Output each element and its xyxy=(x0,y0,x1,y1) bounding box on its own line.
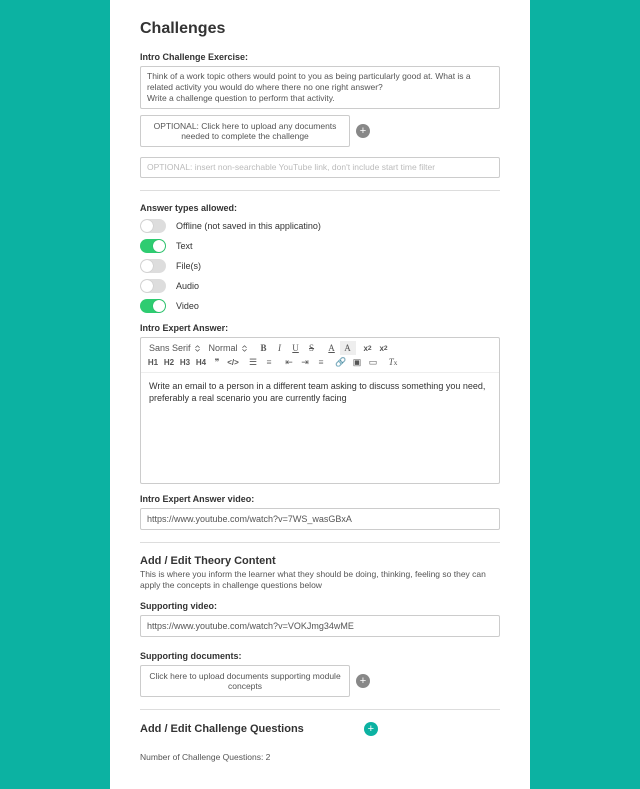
intro-exercise-textarea[interactable]: Think of a work topic others would point… xyxy=(140,66,500,109)
superscript-icon[interactable]: x2 xyxy=(360,341,376,355)
text-color-icon[interactable]: A xyxy=(324,341,340,355)
h2-icon[interactable]: H2 xyxy=(161,355,177,369)
strike-icon[interactable]: S xyxy=(304,341,320,355)
bold-icon[interactable]: B xyxy=(256,341,272,355)
style-select[interactable]: Normal xyxy=(205,342,252,354)
toggle-switch[interactable] xyxy=(140,299,166,313)
toggle-label: Video xyxy=(176,301,199,311)
expert-video-input[interactable]: https://www.youtube.com/watch?v=7WS_wasG… xyxy=(140,508,500,530)
chevron-updown-icon xyxy=(241,345,248,352)
intro-upload-button[interactable]: OPTIONAL: Click here to upload any docum… xyxy=(140,115,350,147)
intro-youtube-input[interactable]: OPTIONAL: insert non-searchable YouTube … xyxy=(140,157,500,178)
toggle-label: File(s) xyxy=(176,261,201,271)
rich-text-editor: Sans Serif Normal B I U S A A x2 x2 H1 H… xyxy=(140,337,500,484)
add-question-button[interactable]: + xyxy=(364,722,378,736)
theory-desc: This is where you inform the learner wha… xyxy=(140,569,500,591)
toggle-switch[interactable] xyxy=(140,259,166,273)
bg-color-icon[interactable]: A xyxy=(340,341,356,355)
editor-toolbar: Sans Serif Normal B I U S A A x2 x2 H1 H… xyxy=(141,338,499,373)
outdent-icon[interactable]: ⇤ xyxy=(281,355,297,369)
toggle-files: File(s) xyxy=(140,259,500,273)
divider xyxy=(140,542,500,543)
italic-icon[interactable]: I xyxy=(272,341,288,355)
image-icon[interactable]: ▣ xyxy=(349,355,365,369)
indent-icon[interactable]: ⇥ xyxy=(297,355,313,369)
intro-upload-row: OPTIONAL: Click here to upload any docum… xyxy=(140,115,500,147)
supporting-video-label: Supporting video: xyxy=(140,601,500,611)
plus-icon[interactable]: + xyxy=(356,124,370,138)
quote-icon[interactable]: ❞ xyxy=(209,355,225,369)
bullet-list-icon[interactable]: ≡ xyxy=(261,355,277,369)
theory-title: Add / Edit Theory Content xyxy=(140,555,500,567)
h1-icon[interactable]: H1 xyxy=(145,355,161,369)
font-select[interactable]: Sans Serif xyxy=(145,342,205,354)
h4-icon[interactable]: H4 xyxy=(193,355,209,369)
chevron-updown-icon xyxy=(194,345,201,352)
toggle-label: Offline (not saved in this applicatino) xyxy=(176,221,321,231)
subscript-icon[interactable]: x2 xyxy=(376,341,392,355)
align-icon[interactable]: ≡ xyxy=(313,355,329,369)
link-icon[interactable]: 🔗 xyxy=(333,355,349,369)
supporting-docs-label: Supporting documents: xyxy=(140,651,500,661)
expert-video-label: Intro Expert Answer video: xyxy=(140,494,500,504)
question-count: Number of Challenge Questions: 2 xyxy=(140,752,500,763)
toggle-label: Text xyxy=(176,241,193,251)
toggle-switch[interactable] xyxy=(140,219,166,233)
answer-types-label: Answer types allowed: xyxy=(140,203,500,213)
expert-answer-label: Intro Expert Answer: xyxy=(140,323,500,333)
editor-content[interactable]: Write an email to a person in a differen… xyxy=(141,373,499,483)
questions-title: Add / Edit Challenge Questions xyxy=(140,723,304,735)
toggle-switch[interactable] xyxy=(140,279,166,293)
page: Challenges Intro Challenge Exercise: Thi… xyxy=(110,0,530,789)
toggle-text: Text xyxy=(140,239,500,253)
toggle-label: Audio xyxy=(176,281,199,291)
code-icon[interactable]: </> xyxy=(225,355,241,369)
intro-label: Intro Challenge Exercise: xyxy=(140,52,500,62)
toggle-offline: Offline (not saved in this applicatino) xyxy=(140,219,500,233)
h3-icon[interactable]: H3 xyxy=(177,355,193,369)
divider xyxy=(140,190,500,191)
plus-icon[interactable]: + xyxy=(356,674,370,688)
page-title: Challenges xyxy=(140,20,500,38)
docs-upload-row: Click here to upload documents supportin… xyxy=(140,665,500,697)
divider xyxy=(140,709,500,710)
toggle-switch[interactable] xyxy=(140,239,166,253)
ordered-list-icon[interactable]: ☰ xyxy=(245,355,261,369)
underline-icon[interactable]: U xyxy=(288,341,304,355)
toggle-video: Video xyxy=(140,299,500,313)
supporting-video-input[interactable]: https://www.youtube.com/watch?v=VOKJmg34… xyxy=(140,615,500,637)
clear-format-icon[interactable]: Tx xyxy=(385,355,401,369)
questions-header: Add / Edit Challenge Questions + xyxy=(140,722,500,736)
toggle-audio: Audio xyxy=(140,279,500,293)
video-icon[interactable]: ▭ xyxy=(365,355,381,369)
docs-upload-button[interactable]: Click here to upload documents supportin… xyxy=(140,665,350,697)
